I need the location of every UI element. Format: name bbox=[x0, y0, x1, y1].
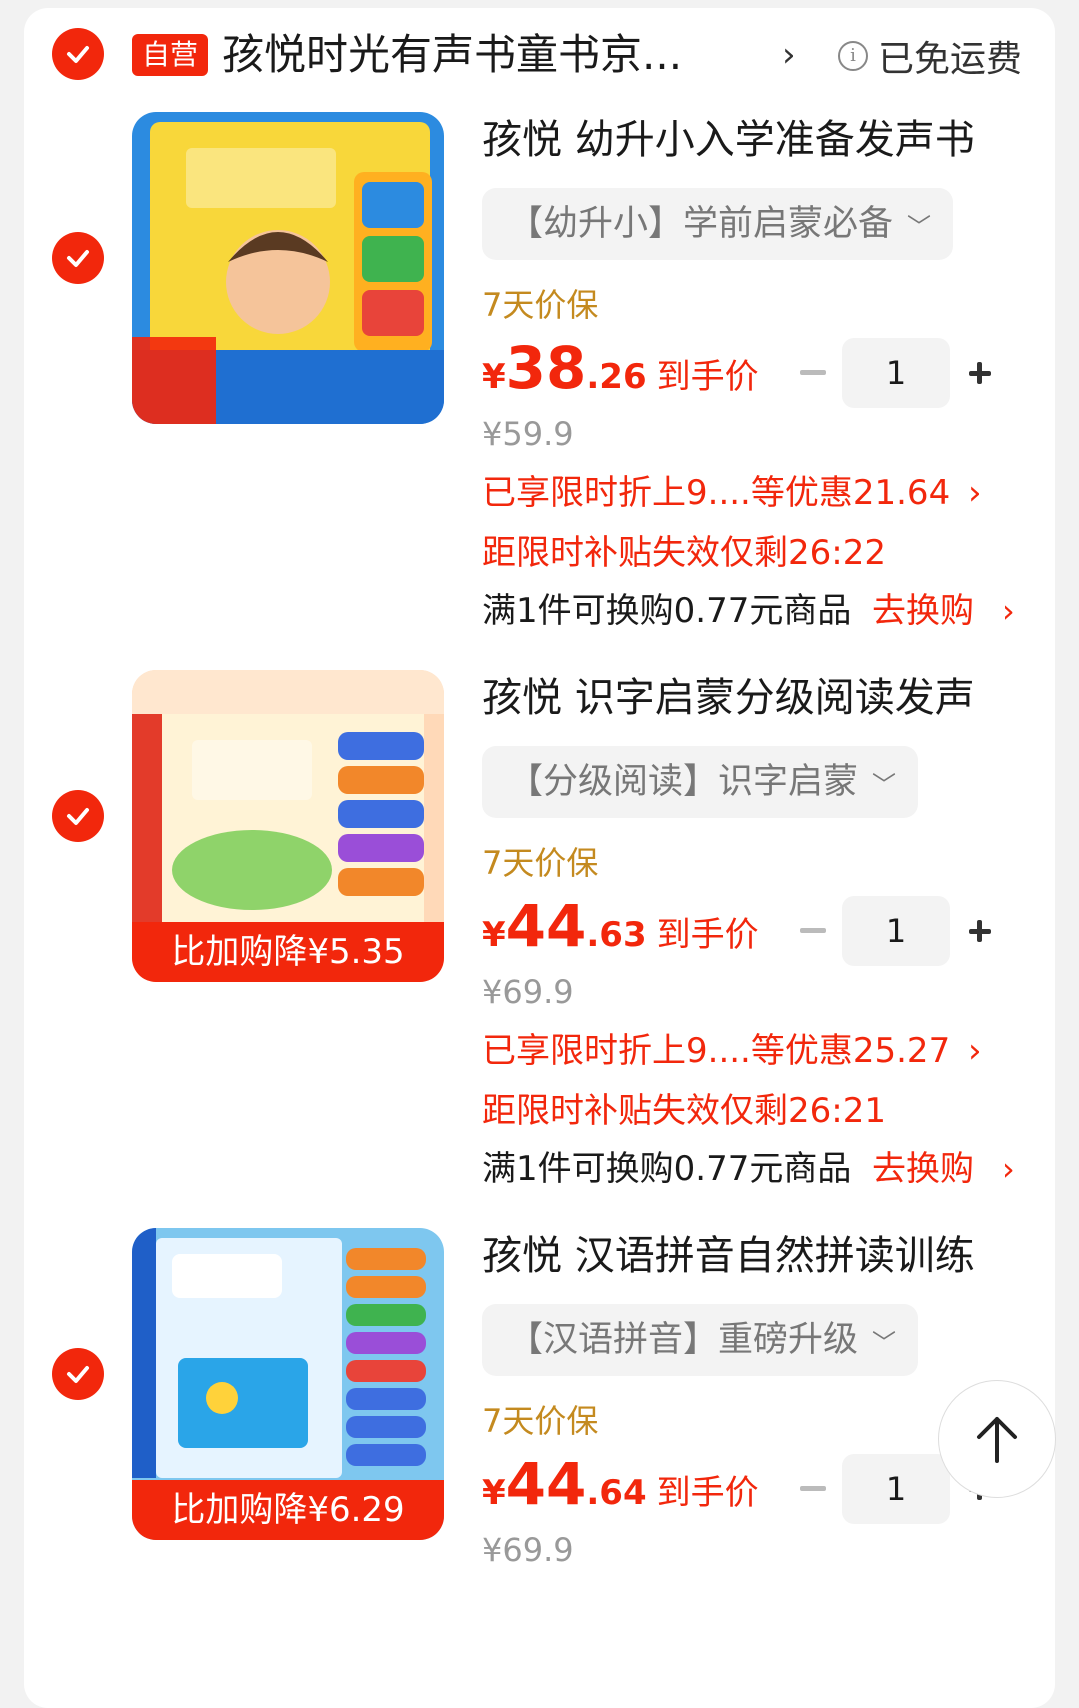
info-icon: i bbox=[838, 41, 868, 71]
price-decimal: .64 bbox=[586, 1473, 647, 1513]
self-operated-badge: 自营 bbox=[132, 34, 209, 76]
discount-detail-text: 已享限时折上9....等优惠21.64 bbox=[482, 473, 951, 513]
spec-selector[interactable]: 【幼升小】学前启蒙必备 ﹀ bbox=[482, 188, 954, 260]
product-image[interactable] bbox=[132, 112, 444, 424]
quantity-input[interactable]: 1 bbox=[842, 1454, 950, 1524]
chevron-down-icon: ﹀ bbox=[907, 213, 932, 241]
final-price: ¥38.26 到手价 bbox=[482, 334, 759, 414]
item-select-checkbox[interactable] bbox=[52, 790, 104, 842]
decrease-quantity-button[interactable] bbox=[800, 1486, 826, 1491]
add-on-deal-row: 满1件可换购0.77元商品 去换购 › bbox=[482, 586, 1022, 636]
checkmark-icon bbox=[67, 250, 89, 267]
quantity-input[interactable]: 1 bbox=[842, 338, 950, 408]
final-price: ¥44.64 到手价 bbox=[482, 1450, 759, 1530]
currency-symbol: ¥ bbox=[482, 357, 506, 397]
quantity-stepper: 1 bbox=[800, 896, 1000, 966]
quantity-stepper: 1 bbox=[800, 338, 1000, 408]
subsidy-countdown: 距限时补贴失效仅剩26:21 bbox=[482, 1091, 886, 1131]
add-on-deal-link[interactable]: 去换购 bbox=[872, 1144, 974, 1194]
product-title[interactable]: 孩悦 幼升小入学准备发声书 bbox=[482, 112, 1002, 168]
decrease-quantity-button[interactable] bbox=[800, 370, 826, 375]
add-on-deal-link[interactable]: 去换购 bbox=[872, 586, 974, 636]
item-select-checkbox[interactable] bbox=[52, 232, 104, 284]
add-on-deal-text: 满1件可换购0.77元商品 bbox=[482, 591, 852, 631]
price-drop-badge: 比加购降¥5.35 bbox=[132, 922, 444, 982]
store-name-link[interactable]: 孩悦时光有声书童书京... bbox=[222, 26, 742, 84]
price-decimal: .63 bbox=[586, 915, 647, 955]
price-drop-badge: 比加购降¥6.29 bbox=[132, 1480, 444, 1540]
increase-quantity-button[interactable] bbox=[960, 338, 1000, 408]
original-price: ¥69.9 bbox=[482, 1531, 574, 1569]
price-integer: 38 bbox=[505, 334, 587, 402]
subsidy-countdown: 距限时补贴失效仅剩26:22 bbox=[482, 533, 886, 573]
chevron-right-icon[interactable]: › bbox=[1002, 586, 1015, 636]
price-label: 到手价 bbox=[656, 915, 759, 955]
discount-detail-text: 已享限时折上9....等优惠25.27 bbox=[482, 1031, 951, 1071]
discount-detail-link[interactable]: 已享限时折上9....等优惠25.27 › bbox=[482, 1026, 1002, 1076]
product-title[interactable]: 孩悦 汉语拼音自然拼读训练 bbox=[482, 1228, 1002, 1284]
item-select-checkbox[interactable] bbox=[52, 1348, 104, 1400]
price-protection-label: 7天价保 bbox=[482, 844, 599, 882]
chevron-right-icon[interactable]: › bbox=[782, 38, 796, 72]
price-integer: 44 bbox=[505, 892, 587, 960]
product-image[interactable]: 比加购降¥6.29 bbox=[132, 1228, 444, 1540]
chevron-right-icon: › bbox=[968, 473, 982, 513]
discount-detail-link[interactable]: 已享限时折上9....等优惠21.64 › bbox=[482, 468, 1002, 518]
chevron-right-icon: › bbox=[968, 1031, 982, 1071]
free-shipping-label: 已免运费 bbox=[878, 39, 1023, 80]
increase-quantity-button[interactable] bbox=[960, 896, 1000, 966]
free-shipping-status[interactable]: i 已免运费 bbox=[838, 34, 1022, 80]
currency-symbol: ¥ bbox=[482, 1473, 506, 1513]
price-label: 到手价 bbox=[656, 357, 759, 397]
quantity-input[interactable]: 1 bbox=[842, 896, 950, 966]
back-to-top-button[interactable] bbox=[938, 1380, 1056, 1498]
currency-symbol: ¥ bbox=[482, 915, 506, 955]
chevron-down-icon: ﹀ bbox=[872, 1329, 897, 1357]
price-protection-label: 7天价保 bbox=[482, 1402, 599, 1440]
checkmark-icon bbox=[67, 46, 89, 63]
add-on-deal-row: 满1件可换购0.77元商品 去换购 › bbox=[482, 1144, 1022, 1194]
store-select-checkbox[interactable] bbox=[52, 28, 104, 80]
final-price: ¥44.63 到手价 bbox=[482, 892, 759, 972]
arrow-up-icon bbox=[977, 1417, 1017, 1463]
book-cover-image bbox=[132, 112, 444, 424]
spec-selector[interactable]: 【分级阅读】识字启蒙 ﹀ bbox=[482, 746, 919, 818]
product-title[interactable]: 孩悦 识字启蒙分级阅读发声 bbox=[482, 670, 1002, 726]
product-image[interactable]: 比加购降¥5.35 bbox=[132, 670, 444, 982]
original-price: ¥69.9 bbox=[482, 973, 574, 1011]
checkmark-icon bbox=[67, 808, 89, 825]
spec-selector[interactable]: 【汉语拼音】重磅升级 ﹀ bbox=[482, 1304, 919, 1376]
chevron-down-icon: ﹀ bbox=[872, 771, 897, 799]
decrease-quantity-button[interactable] bbox=[800, 928, 826, 933]
checkmark-icon bbox=[67, 1366, 89, 1383]
chevron-right-icon[interactable]: › bbox=[1002, 1144, 1015, 1194]
original-price: ¥59.9 bbox=[482, 415, 574, 453]
store-header: 自营 孩悦时光有声书童书京... › i 已免运费 bbox=[0, 0, 1079, 110]
spec-label: 【幼升小】学前启蒙必备 bbox=[508, 204, 894, 244]
price-decimal: .26 bbox=[586, 357, 647, 397]
price-integer: 44 bbox=[505, 1450, 587, 1518]
spec-label: 【汉语拼音】重磅升级 bbox=[508, 1320, 859, 1360]
price-label: 到手价 bbox=[656, 1473, 759, 1513]
add-on-deal-text: 满1件可换购0.77元商品 bbox=[482, 1149, 852, 1189]
price-protection-label: 7天价保 bbox=[482, 286, 599, 324]
spec-label: 【分级阅读】识字启蒙 bbox=[508, 762, 859, 802]
